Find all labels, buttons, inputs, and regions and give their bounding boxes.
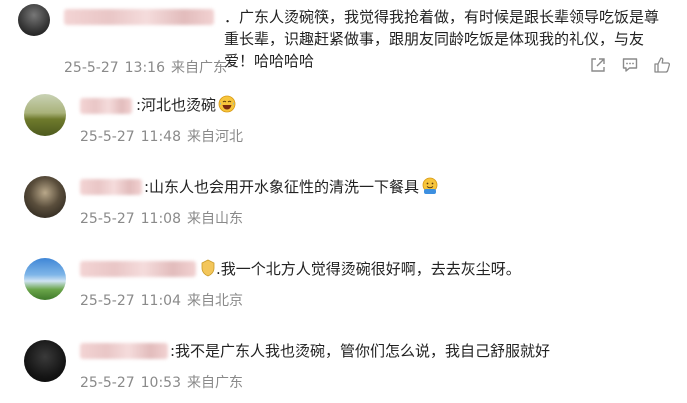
- comment-text: :我不是广东人我也烫碗，管你们怎么说，我自己舒服就好: [170, 342, 551, 360]
- blurred-username[interactable]: [80, 98, 132, 114]
- comment-location: 来自河北: [187, 129, 243, 145]
- like-icon[interactable]: [653, 56, 671, 74]
- comment-date: 25-5-27: [80, 293, 135, 309]
- comment-date: 25-5-27: [80, 211, 135, 227]
- share-icon[interactable]: [589, 56, 607, 74]
- avatar[interactable]: [18, 4, 50, 36]
- comment-meta: 25-5-27 10:53 来自广东: [80, 372, 249, 392]
- comment-text-content: :山东人也会用开水象征性的清洗一下餐具: [144, 178, 420, 196]
- comment-time: 11:08: [140, 211, 181, 227]
- blurred-username[interactable]: [80, 343, 168, 359]
- comment-text: :山东人也会用开水象征性的清洗一下餐具: [144, 176, 439, 197]
- comment-location: 来自广东: [171, 60, 227, 76]
- comment-meta: 25-5-27 11:08 来自山东: [80, 208, 249, 228]
- comment-time: 13:16: [124, 60, 165, 76]
- comment-meta: 25-5-27 13:16 来自广东: [64, 57, 233, 77]
- comment-icon[interactable]: [621, 56, 639, 74]
- blurred-username[interactable]: [80, 179, 142, 195]
- comment-date: 25-5-27: [64, 60, 119, 76]
- avatar[interactable]: [24, 258, 66, 300]
- comment-item: .我一个北方人觉得烫碗很好啊，去去灰尘呀。 25-5-27 11:04 来自北京: [0, 252, 687, 318]
- comment-date: 25-5-27: [80, 375, 135, 391]
- avatar[interactable]: [24, 176, 66, 218]
- comment-location: 来自山东: [187, 211, 243, 227]
- blurred-username[interactable]: [64, 9, 214, 25]
- badge-emoji: [201, 259, 215, 277]
- comment-time: 10:53: [140, 375, 181, 391]
- comment-text: :河北也烫碗: [136, 94, 236, 115]
- comment-item: :山东人也会用开水象征性的清洗一下餐具 25-5-27 11:08 来自山东: [0, 170, 687, 236]
- comment-item: :我不是广东人我也烫碗，管你们怎么说，我自己舒服就好 25-5-27 10:53 来…: [0, 334, 687, 400]
- comment-time: 11:04: [140, 293, 181, 309]
- comment-meta: 25-5-27 11:04 来自北京: [80, 290, 249, 310]
- avatar[interactable]: [24, 340, 66, 382]
- comment-meta: 25-5-27 11:48 来自河北: [80, 126, 249, 146]
- comment-item: :河北也烫碗 25-5-27 11:48 来自河北: [0, 88, 687, 154]
- comment-date: 25-5-27: [80, 129, 135, 145]
- hugging-emoji: [422, 177, 438, 194]
- comment-location: 来自广东: [187, 375, 243, 391]
- comment-text-content: .我一个北方人觉得烫碗很好啊，去去灰尘呀。: [216, 260, 521, 278]
- comment-text: .我一个北方人觉得烫碗很好啊，去去灰尘呀。: [198, 258, 521, 279]
- comment-item: ．广东人烫碗筷，我觉得我抢着做，有时候是跟长辈领导吃饭是尊重长辈，识趣赶紧做事，…: [0, 0, 687, 80]
- comment-location: 来自北京: [187, 293, 243, 309]
- blurred-username[interactable]: [80, 261, 196, 277]
- avatar[interactable]: [24, 94, 66, 136]
- laughing-emoji: [218, 95, 236, 113]
- comment-text-content: :河北也烫碗: [136, 96, 217, 114]
- comment-actions: [589, 56, 671, 74]
- comment-time: 11:48: [140, 129, 181, 145]
